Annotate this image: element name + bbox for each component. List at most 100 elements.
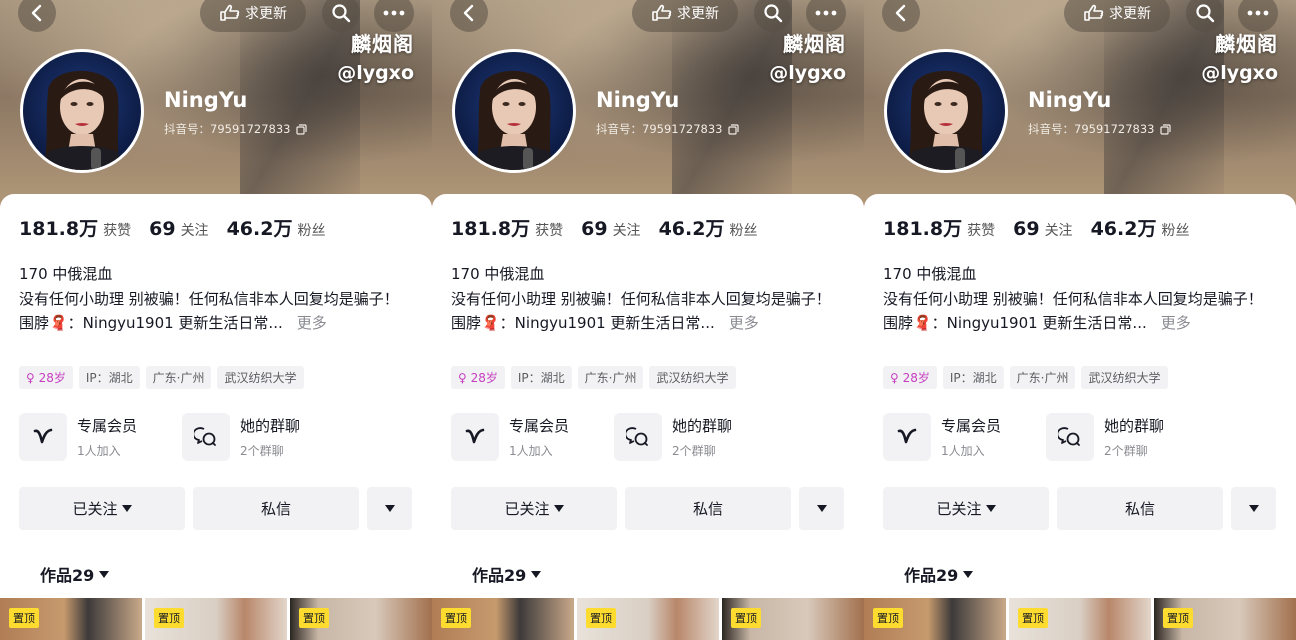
group-chat-icon — [1046, 413, 1094, 461]
copy-icon[interactable] — [728, 123, 740, 135]
message-label: 私信 — [1124, 500, 1155, 518]
bio: 170 中俄混血 没有任何小助理 别被骗！任何私信非本人回复均是骗子！ 围脖🧣：… — [19, 262, 419, 336]
request-update-button[interactable]: 求更新 — [1064, 0, 1170, 32]
video-thumbnail[interactable]: 置顶 — [0, 598, 142, 640]
video-thumbnail[interactable]: 置顶 — [432, 598, 574, 640]
following-count[interactable]: 69 — [149, 218, 175, 240]
recommend-dropdown-button[interactable] — [367, 487, 412, 530]
message-button[interactable]: 私信 — [1057, 487, 1223, 530]
pinned-badge: 置顶 — [873, 608, 903, 628]
group-chat-feature[interactable]: 她的群聊 2个群聊 — [182, 413, 300, 461]
watermark-line1: 麟烟阁 — [783, 32, 846, 56]
video-grid: 置顶 置顶 置顶 — [0, 598, 432, 640]
followed-button[interactable]: 已关注 — [883, 487, 1049, 530]
member-feature[interactable]: 专属会员 1人加入 — [451, 413, 569, 461]
member-feature[interactable]: 专属会员 1人加入 — [883, 413, 1001, 461]
followed-button[interactable]: 已关注 — [19, 487, 185, 530]
video-thumbnail[interactable]: 置顶 — [1009, 598, 1151, 640]
avatar[interactable] — [20, 49, 144, 173]
video-thumbnail[interactable]: 置顶 — [145, 598, 287, 640]
group-chat-subtitle: 2个群聊 — [1104, 444, 1148, 458]
followers-count[interactable]: 46.2万 — [659, 214, 725, 241]
bio-line3: 围脖🧣：Ningyu1901 更新生活日常... — [19, 314, 283, 332]
video-grid: 置顶 置顶 置顶 — [864, 598, 1296, 640]
nickname: NingYu — [596, 88, 680, 112]
request-update-button[interactable]: 求更新 — [632, 0, 738, 32]
following-label[interactable]: 关注 — [181, 220, 209, 240]
request-update-label: 求更新 — [677, 6, 719, 22]
avatar[interactable] — [884, 49, 1008, 173]
avatar-portrait — [475, 70, 553, 170]
profile-sheet: 181.8万 获赞 69 关注 46.2万 粉丝 170 中俄混血 没有任何小助… — [432, 194, 864, 640]
member-feature[interactable]: 专属会员 1人加入 — [19, 413, 137, 461]
likes-label: 获赞 — [535, 223, 564, 239]
pinned-badge: 置顶 — [154, 608, 184, 628]
video-thumbnail[interactable]: 置顶 — [864, 598, 1006, 640]
video-thumbnail[interactable]: 置顶 — [290, 598, 432, 640]
copy-icon[interactable] — [296, 123, 308, 135]
works-tab[interactable]: 作品29 — [904, 562, 974, 586]
bio-more-link[interactable]: 更多 — [1161, 314, 1191, 332]
group-chat-feature[interactable]: 她的群聊 2个群聊 — [614, 413, 732, 461]
bio-more-link[interactable]: 更多 — [729, 314, 759, 332]
recommend-dropdown-button[interactable] — [1231, 487, 1276, 530]
recommend-dropdown-button[interactable] — [799, 487, 844, 530]
pinned-badge: 置顶 — [731, 608, 761, 628]
douyin-id: 抖音号：79591727833 — [164, 121, 308, 137]
request-update-button[interactable]: 求更新 — [200, 0, 306, 32]
works-tab-label: 作品29 — [472, 566, 527, 585]
caret-down-icon — [963, 570, 974, 578]
bio-line1: 170 中俄混血 — [451, 265, 545, 283]
search-icon — [332, 4, 351, 23]
group-chat-feature[interactable]: 她的群聊 2个群聊 — [1046, 413, 1164, 461]
copy-icon[interactable] — [1160, 123, 1172, 135]
video-thumbnail[interactable]: 置顶 — [1154, 598, 1296, 640]
tag-ip: IP：湖北 — [942, 366, 1004, 389]
request-update-label: 求更新 — [245, 6, 287, 22]
pinned-badge: 置顶 — [299, 608, 329, 628]
followers-count[interactable]: 46.2万 — [1091, 214, 1157, 241]
followers-label[interactable]: 粉丝 — [1161, 220, 1189, 240]
bio: 170 中俄混血 没有任何小助理 别被骗！任何私信非本人回复均是骗子！ 围脖🧣：… — [451, 262, 851, 336]
following-label[interactable]: 关注 — [613, 220, 641, 240]
douyin-id-text: 抖音号：79591727833 — [1028, 122, 1155, 136]
followers-label[interactable]: 粉丝 — [729, 220, 757, 240]
caret-down-icon — [531, 570, 542, 578]
avatar[interactable] — [452, 49, 576, 173]
following-count[interactable]: 69 — [1013, 218, 1039, 240]
group-chat-icon — [182, 413, 230, 461]
followed-label: 已关注 — [504, 500, 550, 518]
followers-count[interactable]: 46.2万 — [227, 214, 293, 241]
following-label[interactable]: 关注 — [1045, 220, 1073, 240]
works-tab[interactable]: 作品29 — [40, 562, 110, 586]
tag-age: ♀ 28岁 — [451, 366, 505, 389]
video-thumbnail[interactable]: 置顶 — [577, 598, 719, 640]
bio-line2: 没有任何小助理 别被骗！任何私信非本人回复均是骗子！ — [19, 289, 399, 308]
followed-button[interactable]: 已关注 — [451, 487, 617, 530]
tags-row: ♀ 28岁 IP：湖北 广东·广州 武汉纺织大学 — [883, 366, 1168, 389]
bio: 170 中俄混血 没有任何小助理 别被骗！任何私信非本人回复均是骗子！ 围脖🧣：… — [883, 262, 1283, 336]
douyin-id-text: 抖音号：79591727833 — [596, 122, 723, 136]
works-tab-label: 作品29 — [40, 566, 95, 585]
works-tab[interactable]: 作品29 — [472, 562, 542, 586]
profile-panel: 求更新 麟烟阁 @lygxo NingYu 抖音号：79591727833 18… — [864, 0, 1296, 640]
back-arrow-icon — [895, 4, 906, 22]
message-button[interactable]: 私信 — [625, 487, 791, 530]
bio-more-link[interactable]: 更多 — [297, 314, 327, 332]
message-label: 私信 — [692, 500, 723, 518]
video-thumbnail[interactable]: 置顶 — [722, 598, 864, 640]
actions-row: 已关注 私信 — [19, 487, 412, 530]
avatar-portrait — [43, 70, 121, 170]
following-count[interactable]: 69 — [581, 218, 607, 240]
followers-label[interactable]: 粉丝 — [297, 220, 325, 240]
message-button[interactable]: 私信 — [193, 487, 359, 530]
avatar-portrait — [907, 70, 985, 170]
group-chat-subtitle: 2个群聊 — [672, 444, 716, 458]
member-title: 专属会员 — [941, 417, 1002, 435]
screenshot-triptych: 求更新 麟烟阁 @lygxo NingYu 抖音号：79591727833 18… — [0, 0, 1296, 640]
bio-line3: 围脖🧣：Ningyu1901 更新生活日常... — [451, 314, 715, 332]
tag-location: 广东·广州 — [1009, 366, 1076, 389]
tag-school: 武汉纺织大学 — [649, 366, 736, 389]
search-icon — [764, 4, 783, 23]
bio-line3: 围脖🧣：Ningyu1901 更新生活日常... — [883, 314, 1147, 332]
